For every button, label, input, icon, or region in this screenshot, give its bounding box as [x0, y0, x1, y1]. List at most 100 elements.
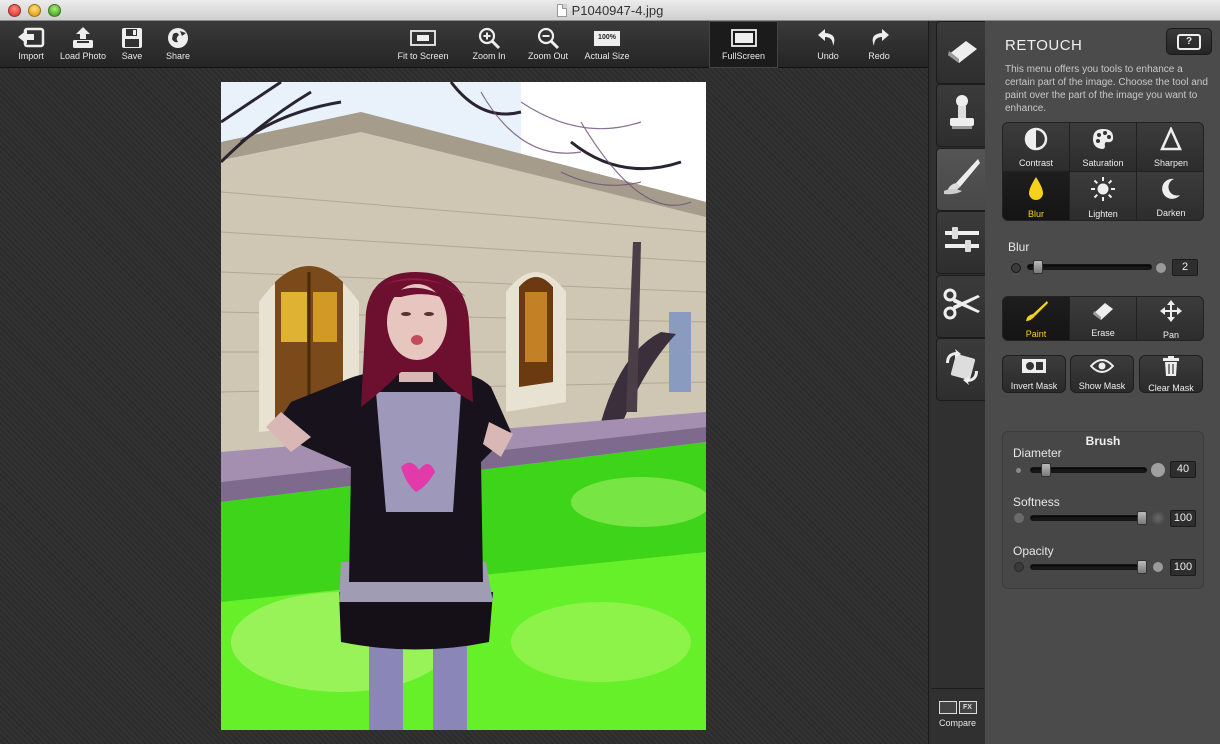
blur-value[interactable]: 2: [1172, 259, 1198, 276]
window-title-group: P1040947-4.jpg: [0, 0, 1220, 21]
retouch-tool-grid: Contrast Saturation Sharpen Blur Lighten…: [1002, 122, 1204, 221]
load-photo-label: Load Photo: [59, 51, 107, 61]
actual-size-icon: 100%: [592, 25, 622, 51]
undo-arrow-icon: [813, 25, 843, 51]
actual-size-icon-text: 100%: [594, 30, 620, 46]
saturation-tool-button[interactable]: Saturation: [1070, 123, 1137, 172]
upload-tray-icon: [68, 25, 98, 51]
paint-mode-button[interactable]: Paint: [1003, 297, 1070, 340]
load-photo-button[interactable]: Load Photo: [57, 21, 109, 68]
edited-photo[interactable]: [221, 82, 706, 730]
opacity-slider-track[interactable]: [1030, 564, 1147, 570]
help-icon: ?: [1177, 33, 1201, 50]
zoom-out-label: Zoom Out: [527, 51, 568, 61]
compare-fx-box: FX: [958, 701, 977, 714]
show-mask-button[interactable]: Show Mask: [1070, 355, 1134, 393]
opacity-value[interactable]: 100: [1170, 559, 1196, 576]
eye-icon: [1089, 358, 1115, 379]
compare-original-box: [938, 701, 957, 714]
window-title: P1040947-4.jpg: [571, 3, 664, 18]
adjust-sliders-tool-tab[interactable]: [936, 211, 986, 274]
clear-mask-button[interactable]: Clear Mask: [1139, 355, 1203, 393]
lighten-tool-button[interactable]: Lighten: [1070, 172, 1137, 220]
move-icon: [1159, 299, 1183, 328]
compare-button[interactable]: FX Compare: [931, 688, 984, 738]
share-button[interactable]: Share: [160, 21, 196, 68]
sharpen-tool-button[interactable]: Sharpen: [1137, 123, 1203, 172]
title-bar: P1040947-4.jpg: [0, 0, 1220, 21]
save-label: Save: [121, 51, 143, 61]
retouch-brush-tool-tab[interactable]: [936, 148, 986, 211]
stamp-tool-tab[interactable]: [936, 84, 986, 147]
rotate-tool-tab[interactable]: [936, 338, 986, 401]
import-icon: [16, 25, 46, 51]
opacity-min-dot: [1014, 562, 1024, 572]
softness-label: Softness: [1013, 495, 1060, 509]
import-button[interactable]: Import: [12, 21, 50, 68]
app-window: P1040947-4.jpg Import Load Photo Save Sh…: [0, 0, 1220, 744]
blur-max-dot: [1156, 263, 1166, 273]
diameter-min-dot: [1016, 468, 1021, 473]
erase-label: Erase: [1091, 328, 1115, 338]
sun-icon: [1090, 176, 1116, 207]
diameter-value[interactable]: 40: [1170, 461, 1196, 478]
fullscreen-button[interactable]: FullScreen: [709, 21, 778, 68]
softness-max-dot: [1151, 511, 1165, 525]
help-button[interactable]: ?: [1166, 28, 1212, 55]
share-globe-icon: [163, 25, 193, 51]
save-button[interactable]: Save: [115, 21, 149, 68]
softness-slider-track[interactable]: [1030, 515, 1147, 521]
fit-to-screen-label: Fit to Screen: [397, 51, 449, 61]
zoom-out-button[interactable]: Zoom Out: [524, 21, 572, 68]
diameter-slider-knob[interactable]: [1041, 463, 1051, 477]
panel-title: RETOUCH: [1005, 37, 1083, 54]
trash-icon: [1162, 355, 1180, 381]
main-toolbar: Import Load Photo Save Share Fit to Scre…: [0, 21, 935, 68]
retouch-panel: RETOUCH ? This menu offers you tools to …: [985, 21, 1220, 744]
drop-icon: [1026, 176, 1046, 207]
invert-mask-icon: [1021, 358, 1047, 379]
actual-size-label: Actual Size: [584, 51, 630, 61]
paint-label: Paint: [1025, 329, 1047, 339]
eraser-small-icon: [1091, 301, 1115, 326]
clear-mask-label: Clear Mask: [1148, 382, 1194, 393]
contrast-tool-button[interactable]: Contrast: [1003, 123, 1070, 172]
blur-slider-track[interactable]: [1027, 264, 1152, 270]
diameter-label: Diameter: [1013, 446, 1062, 460]
stamp-icon: [947, 93, 977, 138]
contrast-label: Contrast: [1018, 157, 1053, 168]
saturation-label: Saturation: [1082, 157, 1124, 168]
eraser-tool-tab[interactable]: [936, 21, 986, 84]
show-mask-label: Show Mask: [1078, 380, 1126, 391]
rotate-icon: [942, 349, 982, 390]
image-canvas[interactable]: [0, 68, 928, 744]
actual-size-button[interactable]: 100% Actual Size: [582, 21, 632, 68]
undo-button[interactable]: Undo: [810, 21, 846, 68]
crop-scissors-tool-tab[interactable]: [936, 275, 986, 338]
blur-min-dot: [1011, 263, 1021, 273]
eraser-icon: [944, 35, 980, 70]
blur-tool-button[interactable]: Blur: [1003, 172, 1070, 220]
sharpen-label: Sharpen: [1153, 157, 1189, 168]
invert-mask-button[interactable]: Invert Mask: [1002, 355, 1066, 393]
blur-slider-knob[interactable]: [1033, 260, 1043, 274]
erase-mode-button[interactable]: Erase: [1070, 297, 1137, 340]
invert-mask-label: Invert Mask: [1010, 380, 1058, 391]
fit-to-screen-button[interactable]: Fit to Screen: [393, 21, 453, 68]
palette-icon: [1091, 127, 1115, 156]
triangle-icon: [1159, 125, 1183, 156]
brush-icon: [1023, 300, 1049, 327]
panel-description: This menu offers you tools to enhance a …: [1005, 64, 1208, 114]
pan-mode-button[interactable]: Pan: [1137, 297, 1203, 340]
moon-icon: [1160, 177, 1182, 206]
softness-slider-knob[interactable]: [1137, 511, 1147, 525]
darken-tool-button[interactable]: Darken: [1137, 172, 1203, 220]
zoom-in-button[interactable]: Zoom In: [468, 21, 510, 68]
lighten-label: Lighten: [1088, 208, 1118, 219]
softness-min-dot: [1014, 513, 1024, 523]
opacity-slider-knob[interactable]: [1137, 560, 1147, 574]
document-icon: [556, 4, 567, 17]
softness-value[interactable]: 100: [1170, 510, 1196, 527]
redo-button[interactable]: Redo: [861, 21, 897, 68]
brush-mode-group: Paint Erase Pan: [1002, 296, 1204, 341]
